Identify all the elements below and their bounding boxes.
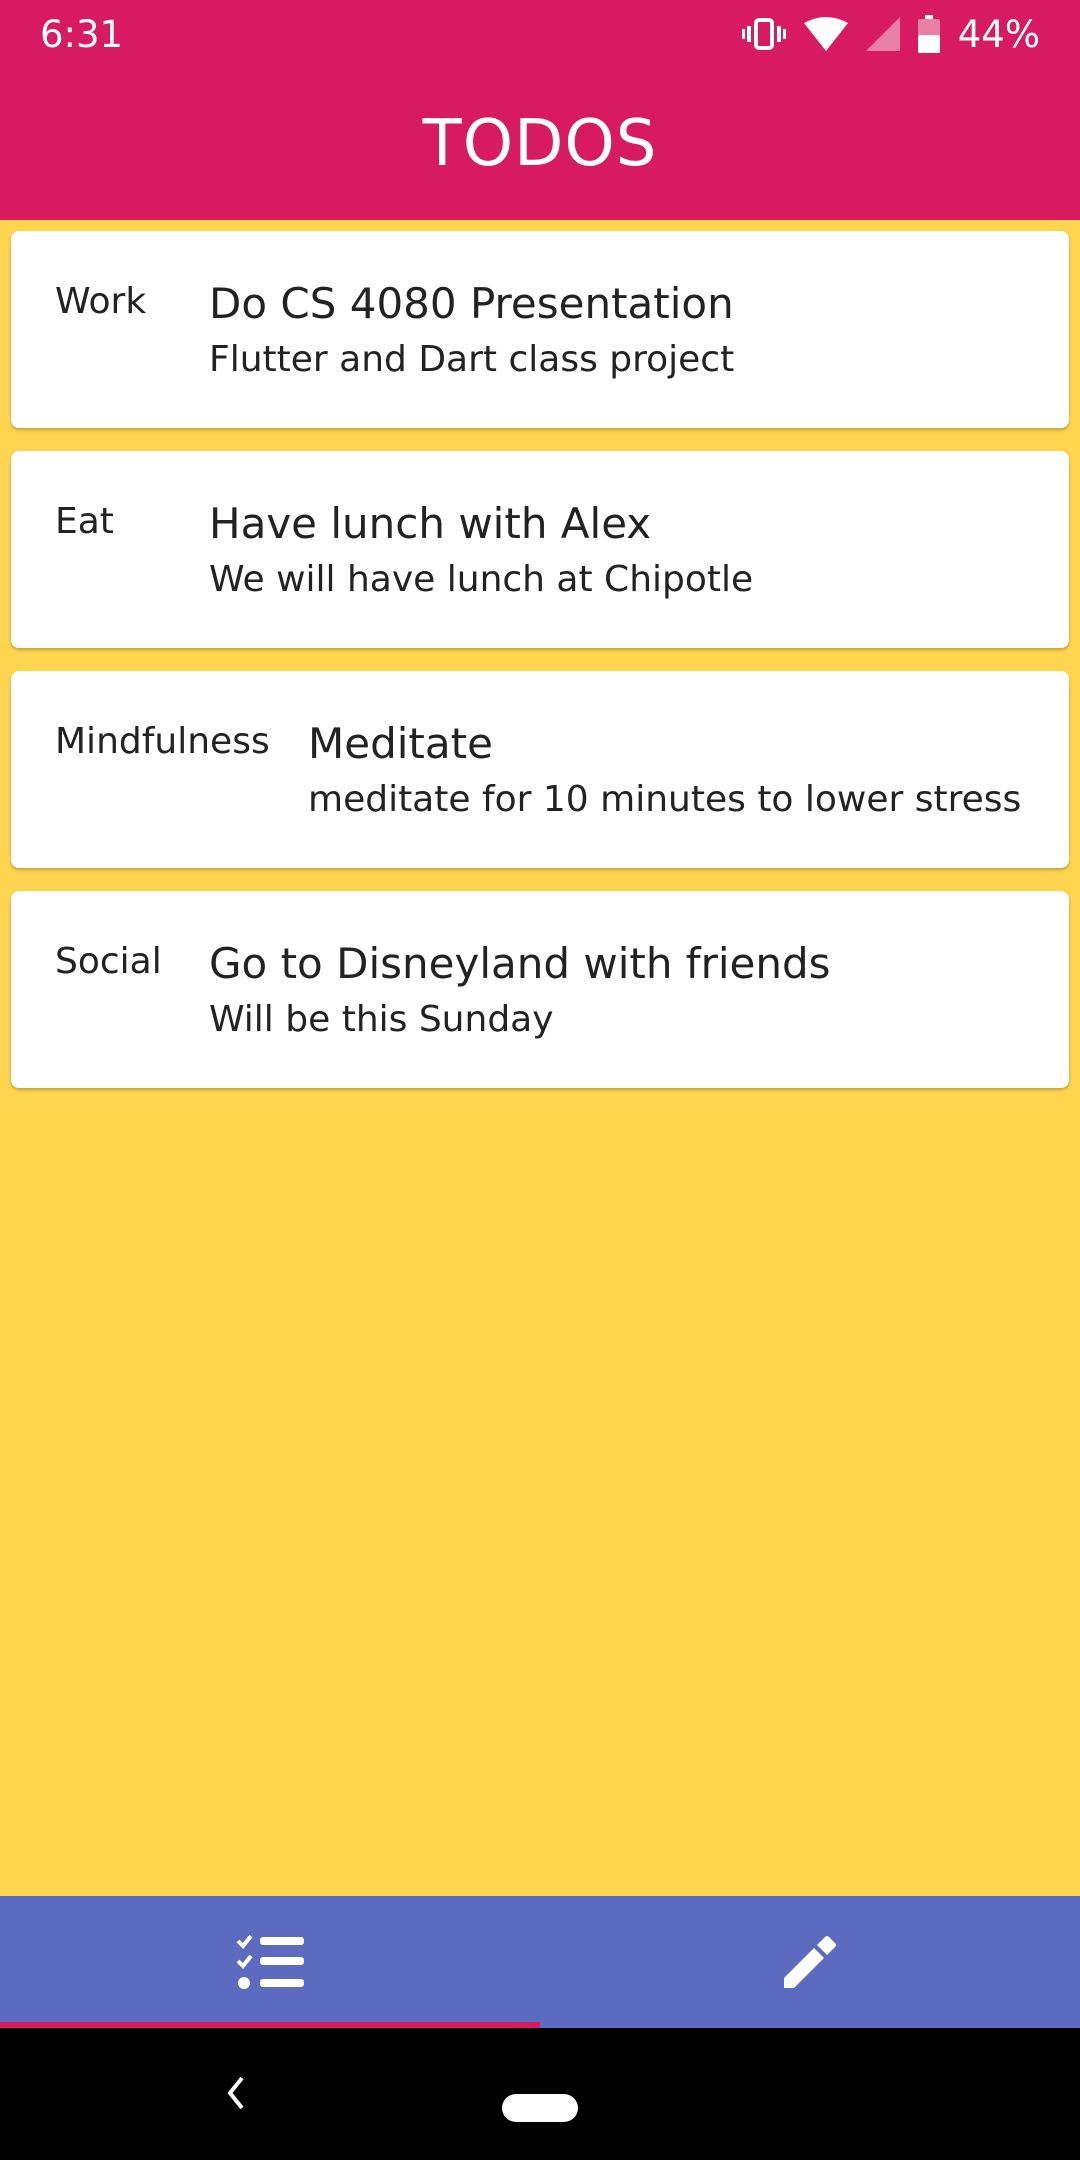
tab-edit[interactable] (540, 1896, 1080, 2028)
home-button[interactable] (502, 2094, 578, 2122)
battery-icon (917, 15, 940, 53)
system-navigation-bar (0, 2028, 1080, 2160)
bottom-navigation (0, 1896, 1080, 2028)
todo-card[interactable]: Eat Have lunch with Alex We will have lu… (11, 451, 1069, 648)
battery-percent: 44% (957, 12, 1040, 56)
todo-category: Social (55, 941, 162, 982)
wifi-icon (803, 17, 848, 51)
status-bar: 6:31 44% (0, 0, 1080, 68)
status-time: 6:31 (40, 12, 124, 56)
todo-description: We will have lunch at Chipotle (209, 559, 754, 600)
todo-description: meditate for 10 minutes to lower stress (308, 779, 1022, 820)
todo-card[interactable]: Social Go to Disneyland with friends Wil… (11, 891, 1069, 1088)
app-bar: TODOS (0, 68, 1080, 220)
todo-card[interactable]: Work Do CS 4080 Presentation Flutter and… (11, 231, 1069, 428)
todo-card[interactable]: Mindfulness Meditate meditate for 10 min… (11, 671, 1069, 868)
status-icons: 44% (741, 12, 1040, 56)
todo-title: Meditate (308, 719, 493, 768)
todo-screen: 6:31 44% TODOS Work Do CS 4080 Presentat… (0, 0, 1080, 2160)
todo-category: Eat (55, 501, 114, 542)
checklist-icon (236, 1934, 304, 1989)
vibrate-icon (741, 18, 786, 50)
pencil-icon (784, 1936, 836, 1988)
signal-icon (865, 17, 900, 51)
todo-description: Will be this Sunday (209, 999, 554, 1040)
page-title: TODOS (422, 107, 658, 181)
tab-todo-list[interactable] (0, 1896, 540, 2028)
todo-category: Mindfulness (55, 721, 270, 762)
todo-title: Do CS 4080 Presentation (209, 279, 734, 328)
todo-category: Work (55, 281, 147, 322)
todo-title: Have lunch with Alex (209, 499, 652, 548)
todo-description: Flutter and Dart class project (209, 339, 735, 380)
todo-title: Go to Disneyland with friends (209, 939, 831, 988)
back-icon[interactable] (220, 2068, 250, 2118)
